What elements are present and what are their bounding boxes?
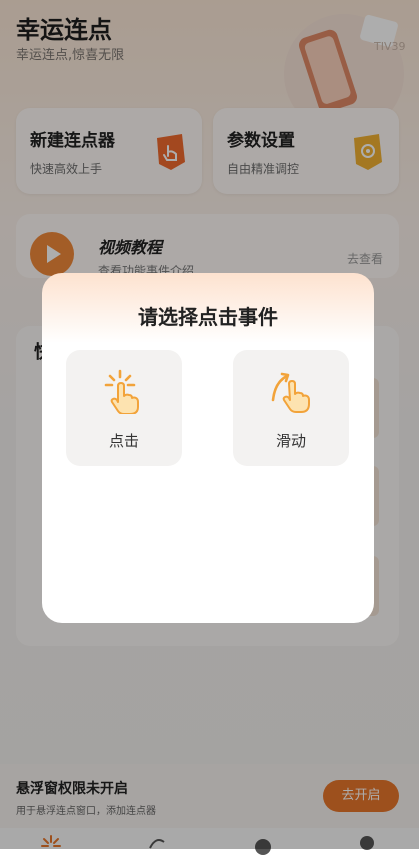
dialog-title: 请选择点击事件 [138,305,278,329]
tap-hand-icon [104,369,139,414]
swipe-hand-icon [271,372,310,413]
swipe-option-button[interactable]: 滑动 [233,350,349,466]
swipe-option-label: 滑动 [275,432,306,450]
tap-option-button[interactable]: 点击 [66,350,182,466]
tap-option-label: 点击 [108,432,139,450]
choose-event-dialog: 请选择点击事件 点击 滑动 [42,273,374,623]
